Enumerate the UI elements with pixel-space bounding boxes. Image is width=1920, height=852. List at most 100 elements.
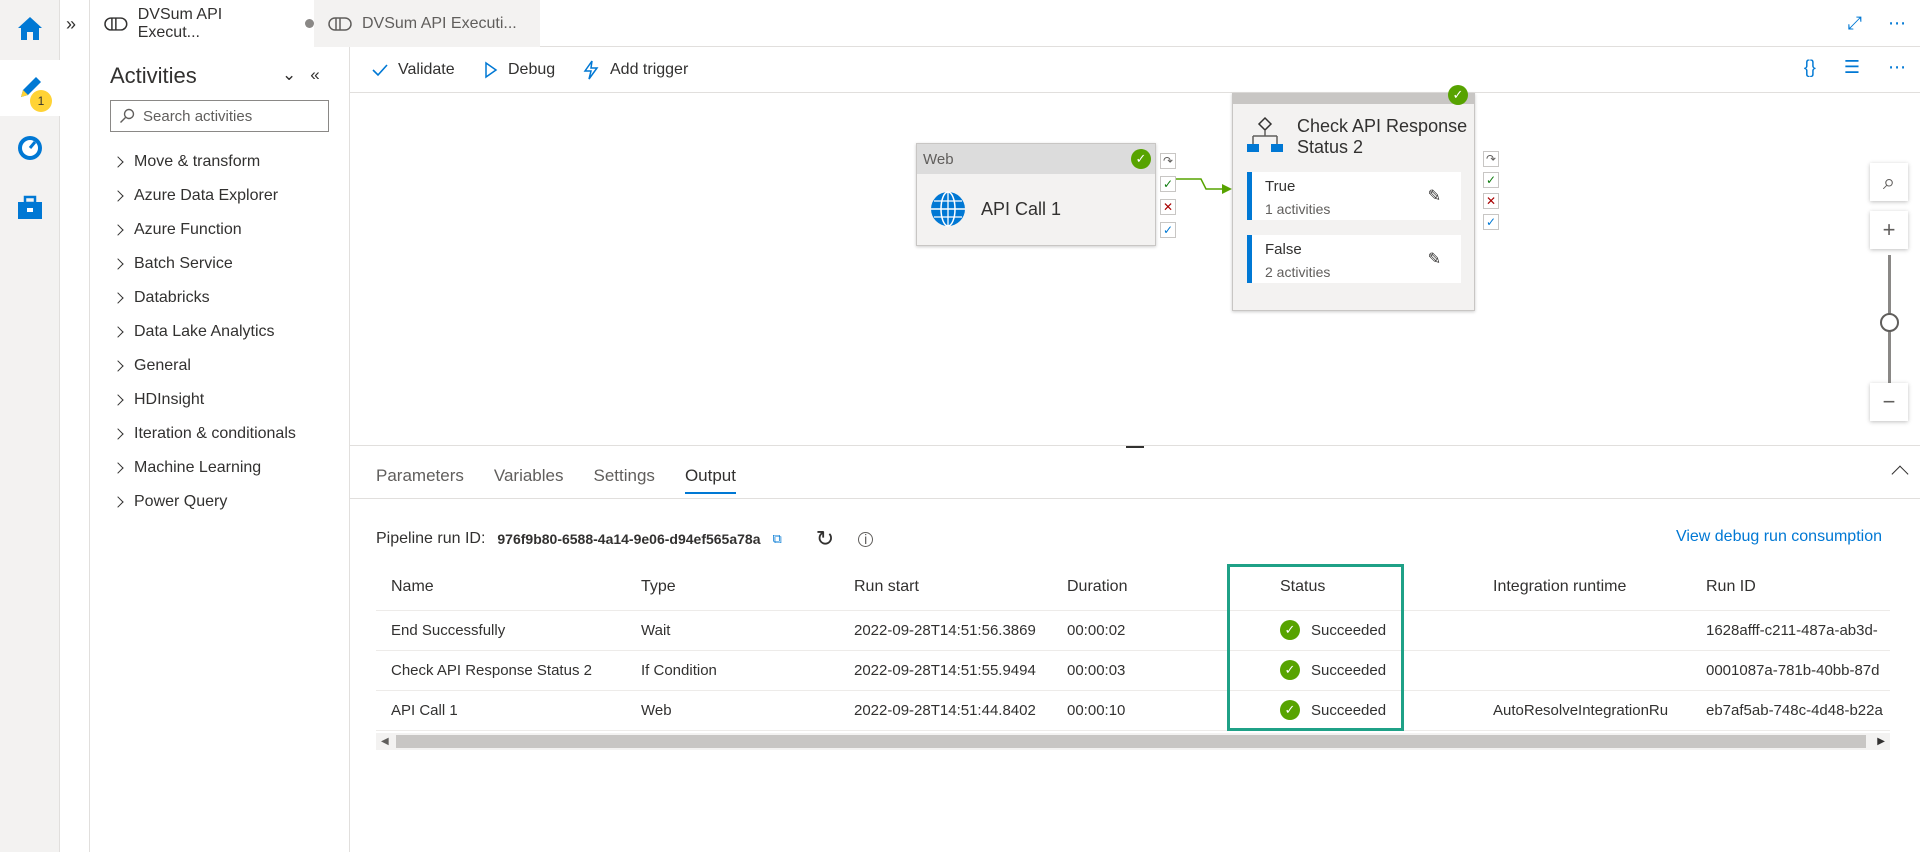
more-options-icon[interactable]: ⋯: [1888, 13, 1906, 34]
cell-run-id: 0001087a-781b-40bb-87d: [1691, 650, 1890, 691]
validate-button[interactable]: Validate: [372, 47, 455, 93]
category-azure-data-explorer[interactable]: Azure Data Explorer: [112, 184, 278, 208]
completion-port-icon[interactable]: ✓: [1483, 214, 1499, 230]
author-pencil-icon[interactable]: 1: [0, 60, 60, 116]
info-icon[interactable]: i: [858, 531, 874, 547]
home-icon[interactable]: [0, 0, 60, 56]
true-branch[interactable]: True 1 activities ✎: [1247, 172, 1461, 220]
validate-label: Validate: [398, 61, 455, 78]
col-run-id[interactable]: Run ID: [1691, 564, 1890, 611]
chevron-right-icon: [112, 326, 124, 338]
add-trigger-button[interactable]: Add trigger: [582, 47, 688, 93]
pipeline-canvas[interactable]: Web ✓ API Call 1 ↷ ✓ ✕ ✓ Check API Respo…: [350, 85, 1920, 445]
edit-pencil-icon[interactable]: ✎: [1428, 186, 1441, 206]
zoom-out-icon[interactable]: −: [1870, 383, 1908, 421]
if-title-line2: Status 2: [1297, 137, 1364, 157]
col-name[interactable]: Name: [376, 564, 626, 611]
skip-port-icon[interactable]: ↷: [1483, 151, 1499, 167]
chevron-right-icon: [112, 156, 124, 168]
cell-name: Check API Response Status 2: [376, 650, 626, 691]
success-check-icon: ✓: [1448, 85, 1468, 105]
scroll-right-icon[interactable]: ▶: [1877, 736, 1885, 747]
expand-chevron-icon[interactable]: »: [66, 14, 76, 35]
false-branch[interactable]: False 2 activities ✎: [1247, 235, 1461, 283]
refresh-icon[interactable]: ↻: [816, 526, 834, 552]
success-port-icon[interactable]: ✓: [1483, 172, 1499, 188]
panel-splitter[interactable]: [1126, 446, 1144, 448]
chevron-right-icon: [112, 428, 124, 440]
category-iteration-conditionals[interactable]: Iteration & conditionals: [112, 422, 296, 446]
cell-run-start: 2022-09-28T14:51:55.9494: [839, 650, 1052, 691]
tab-parameters[interactable]: Parameters: [376, 466, 464, 494]
zoom-slider-handle[interactable]: [1880, 313, 1899, 332]
maximize-icon[interactable]: ⤢: [1848, 13, 1862, 34]
table-row[interactable]: Check API Response Status 2 If Condition…: [376, 650, 1890, 691]
category-batch-service[interactable]: Batch Service: [112, 252, 233, 276]
debug-button[interactable]: Debug: [484, 47, 555, 93]
web-activity-node[interactable]: Web ✓ API Call 1: [916, 143, 1156, 246]
success-port-icon[interactable]: ✓: [1160, 176, 1176, 192]
collapse-panel-icon[interactable]: [1891, 465, 1909, 483]
failure-port-icon[interactable]: ✕: [1483, 193, 1499, 209]
properties-icon[interactable]: ☰: [1844, 57, 1860, 78]
tab-variables[interactable]: Variables: [494, 466, 564, 494]
add-trigger-label: Add trigger: [610, 61, 689, 78]
horizontal-scrollbar[interactable]: ◀ ▶: [376, 733, 1890, 750]
zoom-controls: ⌕ + −: [1870, 163, 1910, 438]
category-general[interactable]: General: [112, 354, 191, 378]
category-azure-function[interactable]: Azure Function: [112, 218, 242, 242]
col-type[interactable]: Type: [626, 564, 839, 611]
cell-run-id: 1628afff-c211-487a-ab3d-: [1691, 610, 1890, 651]
tab-output[interactable]: Output: [684, 466, 736, 494]
table-row[interactable]: API Call 1 Web 2022-09-28T14:51:44.8402 …: [376, 690, 1890, 731]
category-hdinsight[interactable]: HDInsight: [112, 388, 204, 412]
zoom-search-icon[interactable]: ⌕: [1870, 163, 1908, 201]
category-label: Databricks: [134, 289, 210, 306]
col-run-start[interactable]: Run start: [839, 564, 1052, 611]
pipeline-icon: [328, 16, 352, 31]
scrollbar-thumb[interactable]: [396, 735, 1866, 748]
chevron-right-icon: [112, 224, 124, 236]
status-column-highlight: [1227, 564, 1404, 731]
unsaved-dot-icon: [305, 19, 314, 28]
category-label: Iteration & conditionals: [134, 425, 296, 442]
category-move-transform[interactable]: Move & transform: [112, 150, 261, 174]
failure-port-icon[interactable]: ✕: [1160, 199, 1176, 215]
zoom-in-icon[interactable]: +: [1870, 211, 1908, 249]
category-data-lake-analytics[interactable]: Data Lake Analytics: [112, 320, 275, 344]
activities-title: Activities: [110, 63, 197, 88]
view-debug-consumption-link[interactable]: View debug run consumption: [1676, 528, 1882, 546]
category-label: Move & transform: [134, 153, 261, 170]
category-machine-learning[interactable]: Machine Learning: [112, 456, 261, 480]
cell-name: API Call 1: [376, 690, 626, 731]
table-row[interactable]: End Successfully Wait 2022-09-28T14:51:5…: [376, 610, 1890, 651]
activities-panel: Activities ⌄ « Move & transform Azure Da…: [90, 47, 350, 852]
tab-pipeline-2[interactable]: DVSum API Executi...: [314, 0, 540, 47]
manage-toolbox-icon[interactable]: [0, 180, 60, 236]
tab-settings[interactable]: Settings: [594, 466, 655, 494]
edit-pencil-icon[interactable]: ✎: [1428, 249, 1441, 269]
copy-icon[interactable]: ⧉: [772, 531, 781, 547]
chevron-right-icon: [112, 496, 124, 508]
collapse-all-icon[interactable]: ⌄: [282, 65, 296, 85]
skip-port-icon[interactable]: ↷: [1160, 153, 1176, 169]
play-icon: [485, 61, 498, 79]
code-braces-icon[interactable]: {}: [1804, 57, 1816, 78]
document-tabs: DVSum API Execut... DVSum API Executi...…: [90, 0, 1920, 47]
if-title-line1: Check API Response: [1297, 116, 1468, 136]
run-id-value: 976f9b80-6588-4a14-9e06-d94ef565a78a: [497, 531, 761, 547]
scroll-left-icon[interactable]: ◀: [381, 736, 389, 747]
col-integration-runtime[interactable]: Integration runtime: [1478, 564, 1691, 611]
completion-port-icon[interactable]: ✓: [1160, 222, 1176, 238]
category-databricks[interactable]: Databricks: [112, 286, 210, 310]
collapse-panel-icon[interactable]: «: [310, 65, 319, 85]
checkmark-icon: [372, 64, 388, 77]
cell-name: End Successfully: [376, 610, 626, 651]
search-input[interactable]: [143, 107, 323, 125]
if-condition-node[interactable]: Check API Response Status 2 True 1 activ…: [1232, 93, 1475, 311]
monitor-gauge-icon[interactable]: [0, 120, 60, 176]
activity-name: API Call 1: [981, 198, 1062, 219]
tab-pipeline-1[interactable]: DVSum API Execut...: [90, 0, 314, 47]
toolbar-more-icon[interactable]: ⋯: [1888, 57, 1906, 78]
category-power-query[interactable]: Power Query: [112, 490, 227, 514]
